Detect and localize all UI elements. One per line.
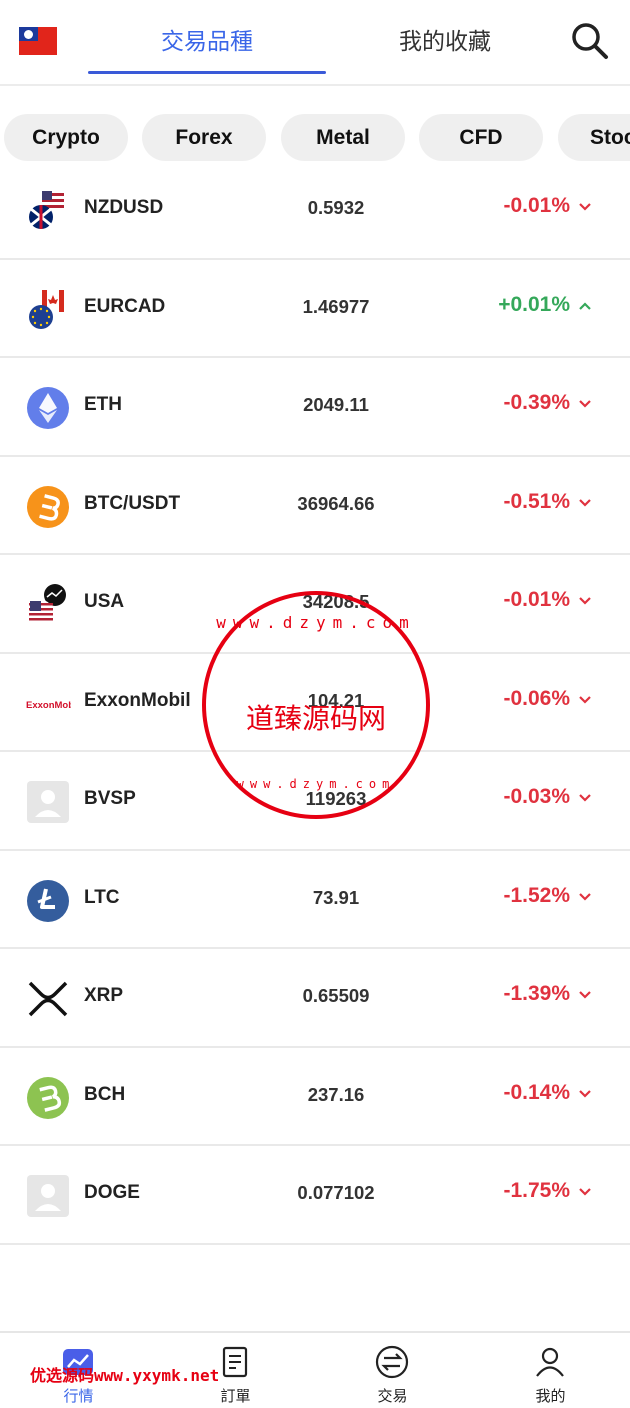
symbol-change: -1.75% [503,1179,570,1202]
user-icon [536,1347,564,1377]
symbol-price: 1.46977 [302,295,370,317]
symbol-name: BVSP [84,788,136,809]
table-row[interactable]: BCH 237.16 -0.14% [0,1048,630,1146]
svg-text:ExxonMobil: ExxonMobil [26,700,71,711]
symbol-price: 0.077102 [297,1182,375,1203]
chevron-down-icon [579,695,591,704]
table-row[interactable]: BVSP 119263 -0.03% [0,752,630,851]
table-row[interactable]: XRP 0.65509 -1.39% [0,949,630,1048]
table-row[interactable]: NZDUSD 0.5932 -0.01% [0,161,630,260]
symbol-price: 237.16 [307,1083,365,1105]
table-row[interactable]: ETH 2049.11 -0.39% [0,358,630,457]
chip-forex[interactable]: Forex [142,114,266,161]
category-chips: Crypto Forex Metal CFD Stock [0,114,630,162]
symbol-price: 34208.5 [302,591,370,612]
symbol-name: ExxonMobil [84,689,191,711]
symbol-change: -0.03% [503,785,570,808]
symbol-name: NZDUSD [84,197,164,218]
table-row[interactable]: DOGE 0.077102 -1.75% [0,1146,630,1245]
bitcoin-icon [27,485,69,528]
search-icon[interactable] [569,20,611,62]
chart-icon [63,1349,93,1375]
symbol-name: LTC [84,886,120,908]
symbol-change: -0.01% [503,194,570,217]
table-row[interactable]: USA 34208.5 -0.01% [0,555,630,654]
symbol-change: -1.39% [503,982,570,1005]
symbol-name: BTC/USDT [84,492,181,514]
top-header: 交易品種 我的收藏 [0,0,630,86]
table-row[interactable]: LTC 73.91 -1.52% [0,851,630,949]
eur-cad-flags-icon [27,289,69,331]
chip-metal[interactable]: Metal [281,114,405,161]
symbol-price: 73.91 [312,886,360,908]
bitcoin-cash-icon [27,1076,69,1119]
chevron-down-icon [579,1188,591,1196]
symbol-name: ETH [84,394,122,415]
chevron-down-icon [579,203,591,211]
symbol-change: +0.01% [498,292,570,316]
symbol-price: 36964.66 [297,492,375,514]
symbol-name: DOGE [84,1182,140,1203]
nav-profile[interactable]: 我的 [472,1333,629,1408]
symbol-name: EURCAD [84,295,166,317]
chevron-down-icon [579,498,591,507]
bottom-nav: 行情 訂單 交易 我的 [0,1331,630,1408]
xrp-icon [27,978,69,1020]
symbol-name: BCH [84,1083,126,1105]
nav-label: 訂單 [220,1387,251,1405]
taiwan-flag-icon[interactable] [19,27,57,55]
nav-market[interactable]: 行情 [0,1333,157,1408]
document-icon [222,1346,248,1378]
symbol-price: 119263 [305,788,367,809]
symbol-change: -0.01% [503,588,570,611]
exxonmobil-logo-icon: ExxonMobil [25,683,79,725]
litecoin-icon [27,879,69,922]
flag-sun [24,30,33,39]
chip-cfd[interactable]: CFD [419,114,543,161]
symbol-change: -1.52% [503,883,570,907]
symbol-price: 0.5932 [307,197,365,218]
exchange-icon [375,1345,409,1379]
chevron-down-icon [579,1089,591,1098]
usa-index-icon [27,584,69,626]
chip-stock[interactable]: Stock [558,114,630,161]
nzd-usd-flags-icon [27,189,69,231]
chevron-down-icon [579,597,591,605]
chevron-down-icon [579,400,591,408]
nav-orders[interactable]: 訂單 [157,1333,314,1408]
table-row[interactable]: EURCAD 1.46977 +0.01% [0,260,630,358]
symbol-name: USA [84,591,125,612]
symbol-change: -0.39% [503,391,570,414]
nav-label: 交易 [377,1387,408,1405]
symbol-change: -0.14% [503,1080,570,1104]
chip-crypto[interactable]: Crypto [4,114,128,161]
table-row[interactable]: BTC/USDT 36964.66 -0.51% [0,457,630,555]
symbol-price: 0.65509 [302,985,370,1006]
table-row[interactable]: ExxonMobil ExxonMobil 104.21 -0.06% [0,654,630,752]
chevron-down-icon [579,892,591,901]
chevron-down-icon [579,794,591,802]
tab-market[interactable]: 交易品種 [88,22,326,62]
nav-label: 行情 [63,1387,94,1405]
placeholder-avatar-icon [27,1175,69,1217]
symbol-price: 2049.11 [303,394,369,415]
chevron-down-icon [579,991,591,999]
nav-label: 我的 [535,1387,566,1405]
tab-favorites[interactable]: 我的收藏 [326,22,564,62]
flag-canton [19,27,38,41]
symbol-price: 104.21 [307,689,365,711]
symbol-change: -0.51% [503,489,570,513]
symbol-change: -0.06% [503,686,570,710]
ethereum-icon [27,387,69,429]
active-tab-indicator [88,71,326,74]
chevron-up-icon [579,301,591,310]
placeholder-avatar-icon [27,781,69,823]
nav-trade[interactable]: 交易 [314,1333,471,1408]
symbol-name: XRP [84,985,124,1006]
